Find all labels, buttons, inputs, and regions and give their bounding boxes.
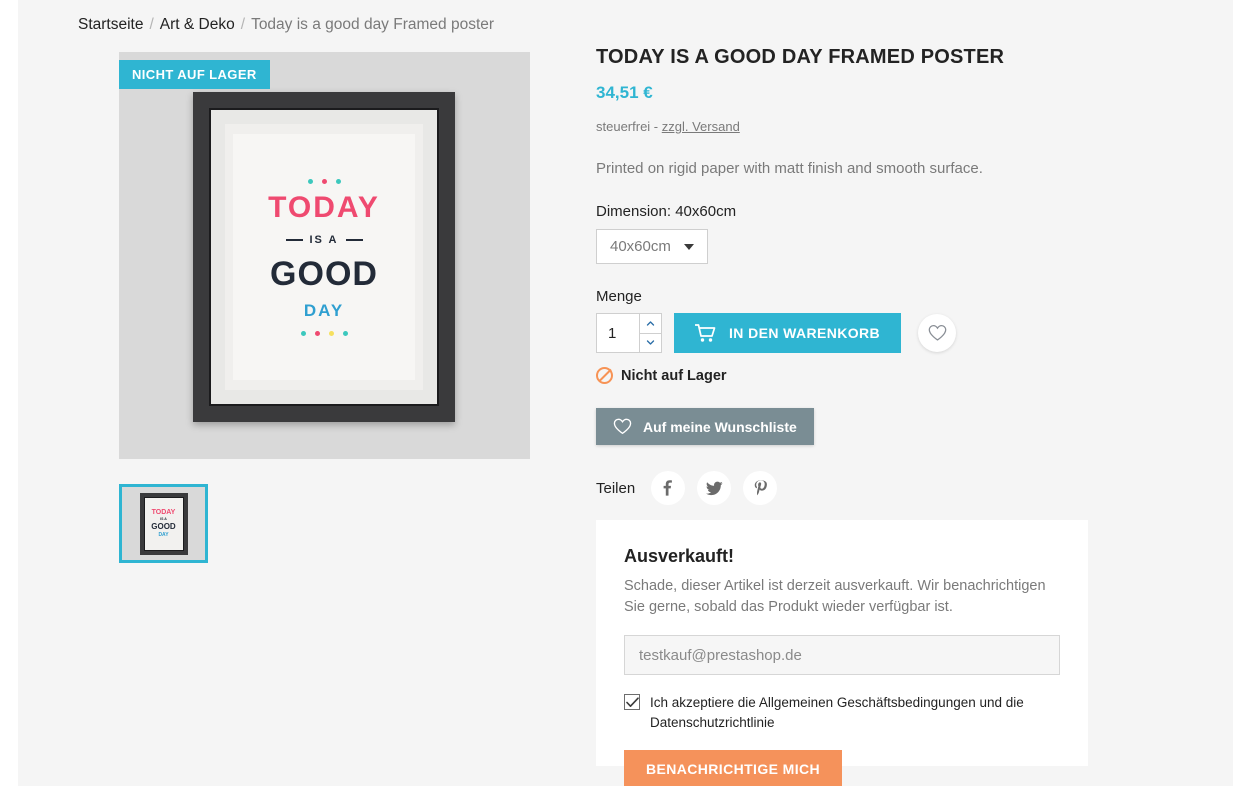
poster-line-is-a: IS A	[285, 233, 363, 246]
share-twitter-button[interactable]	[697, 471, 732, 505]
breadcrumb-separator-2: /	[240, 16, 246, 33]
poster-rule-right	[345, 238, 363, 241]
breadcrumb-current: Today is a good day Framed poster	[251, 16, 495, 33]
twitter-icon	[705, 481, 723, 495]
breadcrumb-separator-1: /	[149, 16, 154, 33]
facebook-icon	[663, 480, 673, 496]
dot-pink	[321, 178, 327, 184]
quantity-input[interactable]	[597, 314, 639, 352]
product-price: 34,51 €	[596, 83, 653, 102]
out-of-stock-notify-panel: Ausverkauft! Schade, dieser Artikel ist …	[596, 520, 1088, 786]
tax-text: steuerfrei -	[596, 119, 662, 134]
notify-panel-title: Ausverkauft!	[624, 546, 735, 566]
terms-label: Ich akzeptiere die Allgemeinen Geschäfts…	[650, 695, 1024, 730]
dot-teal	[342, 330, 348, 336]
thumbnail-artwork: TODAY IS A GOOD DAY	[143, 496, 184, 551]
pinterest-icon	[754, 480, 767, 496]
terms-row: Ich akzeptiere die Allgemeinen Geschäfts…	[624, 693, 1060, 732]
poster-frame-inner: TODAY IS A GOOD DAY	[209, 108, 439, 406]
share-label: Teilen	[596, 479, 636, 497]
poster-line-today: TODAY	[268, 190, 380, 224]
poster-dots-bottom	[300, 330, 348, 336]
shipping-link[interactable]: zzgl. Versand	[662, 119, 740, 134]
dot-teal	[300, 330, 306, 336]
shopping-cart-icon	[695, 323, 716, 342]
poster-line-good: GOOD	[270, 254, 378, 293]
thumb-is-a: IS A	[160, 517, 167, 521]
notify-me-button[interactable]: BENACHRICHTIGE MICH	[624, 750, 843, 786]
quantity-increase-button[interactable]	[640, 314, 661, 334]
product-thumbnail-1[interactable]: TODAY IS A GOOD DAY	[119, 484, 208, 563]
product-page: Startseite / Art & Deko / Today is a good da…	[0, 0, 1251, 786]
stock-status-label: Nicht auf Lager	[621, 367, 727, 384]
notify-email-input[interactable]	[624, 635, 1060, 676]
poster-dots-top	[307, 178, 341, 184]
thumb-day: DAY	[158, 532, 169, 538]
thumb-good: GOOD	[151, 522, 176, 531]
tax-shipping-line: steuerfrei - zzgl. Versand	[596, 119, 1096, 134]
dimension-selected-value: 40x60cm	[610, 238, 671, 255]
add-to-cart-button[interactable]: IN DEN WARENKORB	[674, 313, 902, 353]
poster-mat: TODAY IS A GOOD DAY	[225, 124, 423, 390]
page-left-gutter	[0, 0, 18, 786]
poster-artwork: TODAY IS A GOOD DAY	[233, 134, 415, 380]
share-row: Teilen	[596, 471, 1096, 505]
thumb-today: TODAY	[151, 509, 176, 516]
heart-icon	[613, 418, 632, 435]
favorite-button[interactable]	[918, 314, 957, 352]
poster-rule-left	[285, 238, 303, 241]
quantity-buttons	[639, 314, 661, 352]
dot-teal	[307, 178, 313, 184]
no-entry-icon	[596, 367, 613, 384]
wishlist-label: Auf meine Wunschliste	[643, 418, 797, 435]
add-to-cart-label: IN DEN WARENKORB	[729, 325, 881, 341]
poster-line-day: DAY	[303, 300, 345, 320]
heart-icon	[928, 325, 946, 341]
add-to-wishlist-button[interactable]: Auf meine Wunschliste	[596, 408, 814, 445]
quantity-decrease-button[interactable]	[640, 333, 661, 352]
product-description: Printed on rigid paper with matt finish …	[596, 160, 983, 177]
breadcrumb-home[interactable]: Startseite	[78, 16, 143, 33]
dot-pink	[314, 330, 320, 336]
product-details: TODAY IS A GOOD DAY FRAMED POSTER 34,51 …	[596, 46, 1096, 505]
poster-is-a-text: IS A	[309, 233, 339, 246]
thumbnail-frame: TODAY IS A GOOD DAY	[139, 492, 188, 555]
terms-checkbox[interactable]	[624, 694, 640, 711]
chevron-down-icon	[683, 243, 694, 250]
chevron-down-icon	[646, 340, 655, 345]
notify-panel-description: Schade, dieser Artikel ist derzeit ausve…	[624, 578, 1046, 615]
dot-teal	[335, 178, 341, 184]
chevron-up-icon	[646, 321, 655, 326]
breadcrumb: Startseite / Art & Deko / Today is a good da…	[78, 16, 494, 34]
share-facebook-button[interactable]	[651, 471, 686, 505]
page-right-gutter	[1233, 0, 1251, 786]
quantity-stepper[interactable]	[596, 313, 662, 353]
dot-yellow	[328, 330, 334, 336]
dimension-select[interactable]: 40x60cm	[596, 229, 708, 264]
breadcrumb-category[interactable]: Art & Deko	[160, 16, 235, 33]
page-title: TODAY IS A GOOD DAY FRAMED POSTER	[596, 46, 1005, 68]
quantity-label: Menge	[596, 288, 642, 305]
framed-poster-image: TODAY IS A GOOD DAY	[193, 92, 455, 422]
stock-status: Nicht auf Lager	[596, 367, 1096, 384]
dimension-label: Dimension: 40x60cm	[596, 203, 737, 220]
share-pinterest-button[interactable]	[743, 471, 778, 505]
product-image-container[interactable]: NICHT AUF LAGER TODAY IS A GOOD DAY	[119, 52, 530, 459]
checkmark-icon	[625, 697, 639, 707]
purchase-row: IN DEN WARENKORB	[596, 313, 1096, 353]
status-badge-out-of-stock: NICHT AUF LAGER	[119, 60, 270, 89]
